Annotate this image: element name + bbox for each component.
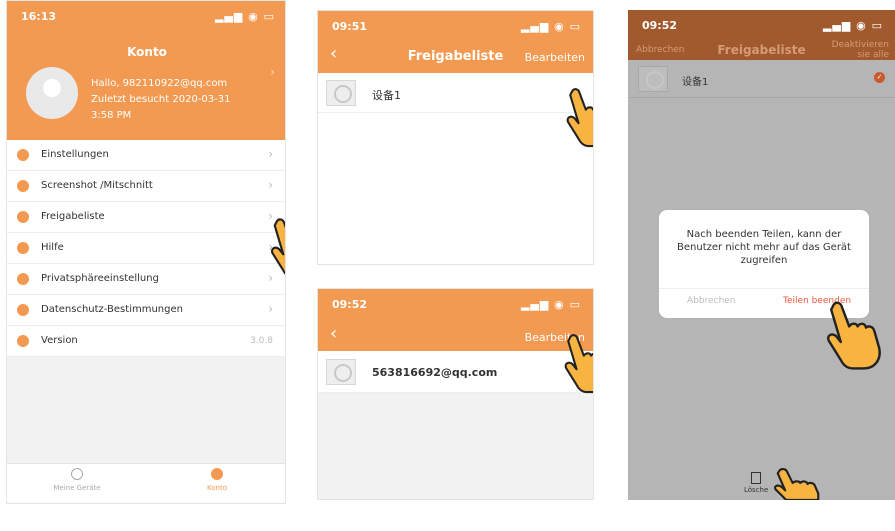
tab-bar: Meine Geräte Konto [7, 463, 285, 503]
profile-chevron-icon[interactable]: › [270, 65, 275, 79]
menu-item-label: Einstellungen [41, 149, 109, 160]
camera-thumbnail-icon [326, 359, 356, 385]
camera-thumbnail-icon [638, 66, 668, 92]
selected-check-icon[interactable]: ✓ [874, 72, 885, 83]
chevron-right-icon: › [268, 178, 273, 192]
tap-hand-icon [827, 301, 881, 370]
dialog-divider [659, 288, 869, 289]
delete-label: Lösche [744, 486, 769, 494]
tap-hand-icon [564, 334, 593, 394]
share-list-screen: 09:51 ▂▄▆ ◉ ▭ ‹ Freigabeliste Bearbeiten… [317, 10, 594, 265]
status-icons: ▂▄▆ ◉ ▭ [214, 10, 275, 23]
nav-header: ‹ Freigabeliste Bearbeiten [318, 11, 593, 73]
privacy-icon [17, 273, 29, 285]
settings-icon [17, 149, 29, 161]
account-screen: 16:13 ▂▄▆ ◉ ▭ Konto Hallo, 982110922@qq.… [6, 0, 286, 504]
share-list-users-screen: 09:52 ▂▄▆ ◉ ▭ ‹ Bearbeiten 563816692@qq.… [317, 288, 594, 500]
device-row[interactable]: 设备1 ✓ [628, 60, 895, 98]
chevron-right-icon: › [268, 147, 273, 161]
menu-item-label: Hilfe [41, 242, 64, 253]
menu-item-help[interactable]: Hilfe › [7, 233, 285, 264]
last-visit-time: 3:58 PM [91, 110, 132, 121]
tab-label: Konto [207, 484, 227, 492]
shared-user-row[interactable]: 563816692@qq.com [318, 351, 593, 393]
menu-item-privacy[interactable]: Privatsphäreeinstellung › [7, 264, 285, 295]
user-icon [211, 468, 223, 480]
camera-thumbnail-icon [326, 80, 356, 106]
dialog-message: Nach beenden Teilen, kann der Benutzer n… [677, 229, 851, 266]
nav-bar: 09:51 ▂▄▆ ◉ ▭ ‹ Freigabeliste Bearbeiten [318, 11, 593, 73]
edit-button[interactable]: Bearbeiten [525, 51, 585, 64]
menu-item-label: Freigabeliste [41, 211, 105, 222]
status-time: 09:52 [642, 19, 678, 32]
avatar[interactable] [26, 67, 78, 119]
tab-my-devices[interactable]: Meine Geräte [37, 468, 117, 492]
menu-item-label: Screenshot /Mitschnitt [41, 180, 153, 191]
back-icon[interactable]: ‹ [330, 325, 337, 343]
menu-item-data-policy[interactable]: Datenschutz-Bestimmungen › [7, 295, 285, 326]
menu-item-label: Version [41, 335, 78, 346]
device-icon [71, 468, 83, 480]
status-icons: ▂▄▆ ◉ ▭ [822, 19, 883, 32]
deactivate-all-label-1: Deaktivieren [831, 40, 889, 50]
menu-item-settings[interactable]: Einstellungen › [7, 140, 285, 171]
shared-user-email: 563816692@qq.com [372, 366, 498, 379]
menu-item-screenshot[interactable]: Screenshot /Mitschnitt › [7, 171, 285, 202]
menu-item-label: Datenschutz-Bestimmungen [41, 304, 183, 315]
deactivate-all-button[interactable]: Deaktivieren sie alle [832, 40, 889, 60]
help-icon [17, 242, 29, 254]
greeting-text: Hallo, 982110922@qq.com [91, 78, 228, 89]
device-name: 设备1 [372, 89, 401, 102]
tap-hand-icon [774, 468, 820, 500]
dialog-cancel-button[interactable]: Abbrechen [687, 296, 736, 306]
nav-bar: 09:52 ▂▄▆ ◉ ▭ ‹ Bearbeiten [318, 289, 593, 351]
share-list-edit-screen: 09:52 ▂▄▆ ◉ ▭ Abbrechen Freigabeliste De… [628, 10, 895, 500]
trash-icon [751, 472, 762, 484]
menu-item-version[interactable]: Version 3.0.8 [7, 326, 285, 357]
page-title: Konto [127, 45, 167, 59]
account-header: 16:13 ▂▄▆ ◉ ▭ Konto Hallo, 982110922@qq.… [7, 1, 285, 141]
tap-hand-icon [271, 218, 285, 275]
status-time: 16:13 [21, 10, 57, 23]
device-row[interactable]: 设备1 › [318, 73, 593, 113]
tap-hand-icon [566, 88, 593, 148]
version-value: 3.0.8 [250, 336, 273, 346]
share-icon [17, 211, 29, 223]
status-bar: 16:13 ▂▄▆ ◉ ▭ [7, 1, 285, 29]
camera-icon [17, 180, 29, 192]
device-name: 设备1 [682, 77, 709, 88]
last-visit-text: Zuletzt besucht 2020-03-31 [91, 94, 231, 105]
deactivate-all-label-2: sie alle [857, 50, 889, 60]
status-bar: 09:52 ▂▄▆ ◉ ▭ [628, 10, 895, 38]
info-icon [17, 335, 29, 347]
menu-item-share-list[interactable]: Freigabeliste › [7, 202, 285, 233]
tab-label: Meine Geräte [53, 484, 101, 492]
tab-account[interactable]: Konto [177, 468, 257, 492]
delete-button[interactable]: Lösche [744, 472, 768, 494]
policy-icon [17, 304, 29, 316]
nav-bar: 09:52 ▂▄▆ ◉ ▭ Abbrechen Freigabeliste De… [628, 10, 895, 60]
menu-item-label: Privatsphäreeinstellung [41, 273, 159, 284]
chevron-right-icon: › [268, 302, 273, 316]
nav-header: ‹ Bearbeiten [318, 289, 593, 351]
